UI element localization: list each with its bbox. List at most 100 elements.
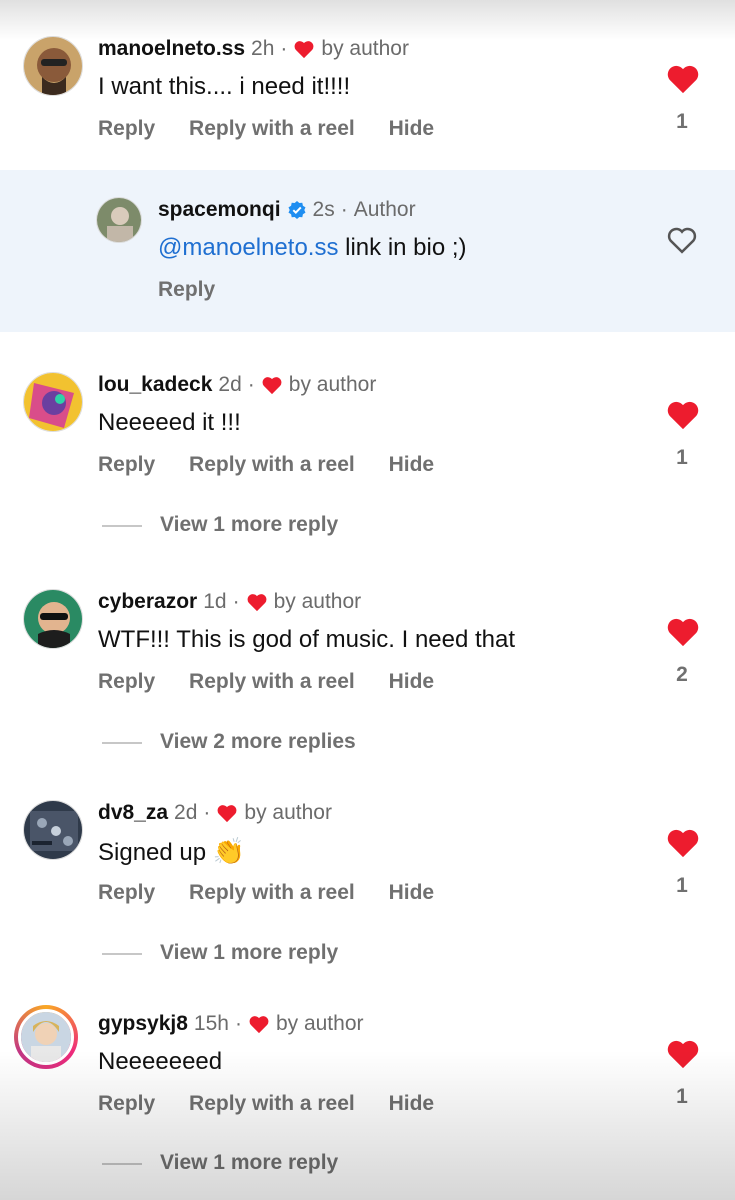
reply-with-reel-button[interactable]: Reply with a reel [189, 116, 355, 142]
liked-by-author-label: by author [288, 373, 377, 396]
separator-dot: · [232, 590, 240, 613]
comment-actions: Reply Reply with a reel Hide [98, 1091, 462, 1117]
clapping-hands-emoji: 👏 [212, 836, 246, 866]
username[interactable]: gypsykj8 [98, 1011, 188, 1037]
heart-filled-icon[interactable] [666, 1037, 700, 1071]
username[interactable]: spacemonqi [158, 197, 281, 223]
timestamp: 2d [174, 801, 198, 824]
divider-line [102, 525, 142, 527]
avatar[interactable] [96, 197, 142, 243]
liked-by-author-label: by author [244, 801, 332, 824]
heart-small-icon [262, 377, 282, 395]
reply-button[interactable]: Reply [98, 116, 155, 142]
liked-by-author-label: by author [321, 37, 409, 60]
divider-line [102, 953, 142, 955]
view-more-label[interactable]: View 2 more replies [160, 728, 356, 756]
avatar-image [18, 1009, 74, 1065]
heart-small-icon [247, 594, 266, 612]
avatar[interactable] [23, 589, 83, 649]
separator-dot: · [247, 373, 255, 396]
view-more-label[interactable]: View 1 more reply [160, 939, 338, 967]
heart-small-icon [249, 1016, 269, 1034]
comment-actions: Reply Reply with a reel Hide [98, 880, 462, 906]
like-count: 1 [676, 446, 688, 469]
hide-button[interactable]: Hide [389, 452, 435, 478]
reply-button[interactable]: Reply [98, 669, 155, 695]
liked-by-author-label: by author [273, 590, 362, 613]
comment-dv8-za: dv8_za 2d · by author Signed up 👏 Reply … [0, 800, 735, 910]
reply-with-reel-button[interactable]: Reply with a reel [189, 1091, 355, 1117]
hide-button[interactable]: Hide [389, 880, 435, 906]
comment-meta: manoelneto.ss 2h · by author [98, 36, 409, 62]
comment-actions: Reply Reply with a reel Hide [98, 669, 462, 695]
comment-text: WTF!!! This is god of music. I need that [98, 626, 516, 653]
view-more-replies[interactable]: View 1 more reply [0, 939, 735, 969]
view-more-replies[interactable]: View 1 more reply [0, 511, 735, 541]
avatar-with-story-ring[interactable] [14, 1005, 78, 1069]
avatar[interactable] [23, 800, 83, 860]
timestamp: 2s [312, 198, 335, 221]
divider-line [102, 1163, 142, 1165]
comment-cyberazor: cyberazor 1d · by author WTF!!! This is … [0, 589, 735, 699]
author-label: Author [353, 198, 416, 221]
separator-dot: · [234, 1012, 242, 1035]
heart-small-icon [217, 805, 237, 823]
top-shade [0, 0, 735, 40]
avatar[interactable] [23, 36, 83, 96]
hide-button[interactable]: Hide [389, 1091, 435, 1117]
view-more-replies[interactable]: View 2 more replies [0, 728, 735, 758]
avatar[interactable] [23, 372, 83, 432]
view-more-label[interactable]: View 1 more reply [160, 511, 338, 539]
hide-button[interactable]: Hide [389, 669, 435, 695]
author-reply: spacemonqi 2s · Author @manoelneto.ss li… [0, 197, 735, 307]
comment-meta: gypsykj8 15h · by author [98, 1011, 364, 1037]
username[interactable]: cyberazor [98, 589, 197, 615]
heart-small-icon [294, 41, 314, 59]
hide-button[interactable]: Hide [389, 116, 435, 142]
comment-text: Neeeeeeed [98, 1048, 223, 1075]
timestamp: 2h [251, 37, 275, 60]
heart-filled-icon[interactable] [666, 398, 700, 432]
like-count: 1 [676, 874, 688, 897]
comment-manoelneto: manoelneto.ss 2h · by author I want this… [0, 36, 735, 146]
separator-dot: · [203, 801, 211, 824]
reply-actions: Reply [158, 277, 243, 303]
comment-meta: lou_kadeck 2d · by author [98, 372, 376, 398]
heart-outline-icon[interactable] [667, 225, 697, 255]
reply-button[interactable]: Reply [158, 277, 215, 303]
like-count: 1 [676, 110, 688, 133]
heart-filled-icon[interactable] [666, 826, 700, 860]
comment-lou-kadeck: lou_kadeck 2d · by author Neeeeed it !!!… [0, 372, 735, 482]
view-more-replies[interactable]: View 1 more reply [0, 1149, 735, 1179]
like-count: 1 [676, 1085, 688, 1108]
comment-actions: Reply Reply with a reel Hide [98, 116, 462, 142]
comment-text-body: Signed up [98, 839, 207, 866]
reply-text: @manoelneto.ss link in bio ;) [158, 233, 467, 263]
username[interactable]: dv8_za [98, 800, 168, 826]
timestamp: 1d [203, 590, 227, 613]
view-more-label[interactable]: View 1 more reply [160, 1149, 338, 1177]
heart-filled-icon[interactable] [666, 615, 700, 649]
reply-with-reel-button[interactable]: Reply with a reel [189, 669, 355, 695]
reply-button[interactable]: Reply [98, 1091, 155, 1117]
comment-meta: cyberazor 1d · by author [98, 589, 361, 615]
like-count: 2 [676, 663, 688, 686]
reply-meta: spacemonqi 2s · Author [158, 197, 416, 223]
reply-button[interactable]: Reply [98, 452, 155, 478]
reply-with-reel-button[interactable]: Reply with a reel [189, 880, 355, 906]
reply-text-body: link in bio ;) [338, 234, 467, 261]
divider-line [102, 742, 142, 744]
timestamp: 2d [218, 373, 242, 396]
comment-text: Signed up 👏 [98, 836, 245, 868]
reply-button[interactable]: Reply [98, 880, 155, 906]
comment-text: Neeeeed it !!! [98, 409, 241, 436]
mention-link[interactable]: @manoelneto.ss [158, 234, 338, 261]
separator-dot: · [280, 37, 288, 60]
reply-with-reel-button[interactable]: Reply with a reel [189, 452, 355, 478]
comment-actions: Reply Reply with a reel Hide [98, 452, 462, 478]
comment-text: I want this.... i need it!!!! [98, 73, 351, 100]
timestamp: 15h [193, 1012, 229, 1035]
username[interactable]: manoelneto.ss [98, 36, 245, 62]
heart-filled-icon[interactable] [666, 62, 700, 96]
username[interactable]: lou_kadeck [98, 372, 212, 398]
